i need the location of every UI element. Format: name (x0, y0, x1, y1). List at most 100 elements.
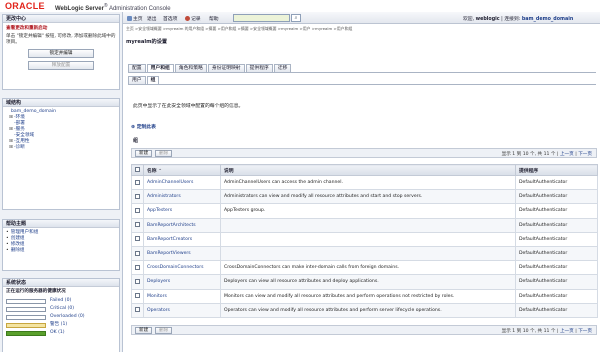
group-name-link[interactable]: Monitors (143, 288, 221, 304)
record-label: 记录 (191, 17, 201, 22)
next-page-link[interactable]: 下一页 (578, 152, 592, 157)
row-select-cell[interactable] (131, 174, 144, 191)
connected-label: 连接到: (504, 17, 521, 22)
row-select-cell[interactable] (131, 245, 144, 262)
row-select-cell[interactable] (131, 231, 144, 247)
select-all-header[interactable] (131, 164, 144, 176)
row-select-cell[interactable] (131, 302, 144, 318)
health-label[interactable]: Critical (0) (50, 306, 74, 312)
select-all-checkbox[interactable] (135, 167, 140, 172)
row-select-cell[interactable] (131, 260, 144, 276)
prev-page-link[interactable]: 上一页 (560, 152, 574, 157)
health-label[interactable]: OK (1) (50, 330, 65, 336)
row-checkbox[interactable] (135, 264, 140, 270)
home-icon (127, 16, 132, 21)
preferences-link[interactable]: 首选项 (163, 15, 177, 22)
row-checkbox[interactable] (135, 179, 140, 185)
top-toolbar: 主页 退出 首选项 记录 帮助 ⌕ 欢迎, weblogic | 连接到: ba… (123, 12, 600, 24)
group-provider: DefaultAuthenticator (515, 203, 598, 219)
prev-page-link-bottom[interactable]: 上一页 (560, 329, 574, 334)
tab-main[interactable]: 迁移 (273, 64, 292, 72)
record-link[interactable]: 记录 (185, 15, 201, 22)
domain-structure-title: 域结构 (3, 99, 119, 107)
row-checkbox[interactable] (135, 307, 140, 313)
tab-main[interactable]: 配置 (128, 64, 146, 72)
row-select-cell[interactable] (131, 189, 144, 205)
group-description: Administrators can view and modify all r… (220, 189, 516, 205)
column-header-provider[interactable]: 提供程序 (515, 164, 598, 176)
tree-item-label: -互用性 (14, 139, 30, 144)
tab-main[interactable]: 身份证明映射 (207, 64, 245, 72)
group-name-link[interactable]: AdminChannelUsers (143, 174, 221, 191)
customize-table-link[interactable]: 定制此表 (131, 123, 156, 130)
new-button-bottom[interactable]: 新建 (135, 327, 153, 334)
group-provider: DefaultAuthenticator (515, 274, 598, 290)
tab-sub[interactable]: 组 (146, 76, 160, 84)
health-label[interactable]: Failed (0) (50, 298, 71, 304)
domain-tree: bam_demo_domain ⊞-环境 -部署 ⊞-服务 -安全领域 ⊞-互用性 ⊞-诊断 (3, 107, 119, 153)
view-changes-link[interactable]: 查看更改和重新启动 (6, 26, 116, 32)
pager-bottom: 显示 1 到 10 个, 共 11 个 | 上一页 | 下一页 (501, 329, 592, 334)
table-header-row: 名称 ⌃ 说明 提供程序 (131, 164, 598, 176)
delete-button[interactable]: 删除 (155, 150, 173, 157)
new-button[interactable]: 新建 (135, 150, 153, 157)
column-header-name[interactable]: 名称 ⌃ (143, 164, 221, 176)
column-header-description[interactable]: 说明 (220, 164, 516, 176)
row-select-cell[interactable] (131, 217, 144, 233)
sort-ascending-icon[interactable]: ⌃ (158, 169, 162, 174)
table-row: Administrators Administrators can view an… (131, 189, 598, 205)
welcome-text: 欢迎, weblogic | 连接到: bam_demo_domain (463, 17, 574, 22)
next-page-link-bottom[interactable]: 下一页 (578, 329, 592, 334)
table-row: AppTesters AppTesters group. DefaultAuthen… (131, 203, 598, 219)
tree-item-label: -诊断 (14, 145, 25, 150)
table-row: CrossDomainConnectors CrossDomainConnecto… (131, 260, 598, 276)
group-name-link[interactable]: CrossDomainConnectors (143, 260, 221, 276)
breadcrumb[interactable]: 主页 >安全领域概要 >myrealm 的用户和组 >摘要 >用户和组 >摘要 … (126, 26, 596, 32)
table-row: Operators Operators can view and modify a… (131, 302, 598, 318)
delete-button-bottom[interactable]: 删除 (155, 327, 173, 334)
lock-and-edit-button[interactable]: 锁定并编辑 (28, 49, 94, 58)
row-checkbox[interactable] (135, 278, 140, 284)
tab-main[interactable]: 角色和策略 (174, 64, 207, 72)
group-name-link[interactable]: BamReportViewers (143, 245, 221, 262)
help-topic-link[interactable]: 删除组 (6, 248, 116, 254)
table-row: BamReportCreators DefaultAuthenticator (131, 231, 598, 247)
group-description: Monitors can view and modify all resourc… (220, 288, 516, 304)
row-select-cell[interactable] (131, 274, 144, 290)
row-select-cell[interactable] (131, 288, 144, 304)
tree-item-label: -服务 (14, 127, 25, 132)
search-button[interactable]: ⌕ (291, 14, 301, 22)
tab-main[interactable]: 提供程序 (245, 64, 273, 72)
row-checkbox[interactable] (135, 236, 140, 242)
table-row: AdminChannelUsers AdminChannelUsers can a… (131, 174, 598, 191)
row-checkbox[interactable] (135, 250, 140, 256)
tab-main[interactable]: 用户和组 (146, 64, 174, 72)
health-label[interactable]: 警告 (1) (50, 322, 67, 328)
group-description (220, 231, 516, 247)
release-configuration-button[interactable]: 释放配置 (28, 61, 94, 70)
group-name-link[interactable]: BamReportArchitects (143, 217, 221, 233)
group-name-link[interactable]: Deployers (143, 274, 221, 290)
group-name-link[interactable]: Operators (143, 302, 221, 318)
intro-text: 此页中显示了在此安全领域中配置的每个组的信息。 (133, 104, 244, 109)
help-link[interactable]: 帮助 (209, 15, 219, 22)
row-checkbox[interactable] (135, 207, 140, 213)
row-select-cell[interactable] (131, 203, 144, 219)
row-checkbox[interactable] (135, 293, 140, 299)
home-link[interactable]: 主页 (127, 15, 143, 22)
group-name-link[interactable]: Administrators (143, 189, 221, 205)
row-checkbox[interactable] (135, 222, 140, 228)
tree-item[interactable]: ⊞-诊断 (6, 145, 116, 151)
group-provider: DefaultAuthenticator (515, 288, 598, 304)
group-provider: DefaultAuthenticator (515, 302, 598, 318)
group-name-link[interactable]: AppTesters (143, 203, 221, 219)
group-description: Deployers can view all resource attribut… (220, 274, 516, 290)
row-checkbox[interactable] (135, 193, 140, 199)
group-provider: DefaultAuthenticator (515, 189, 598, 205)
tab-sub[interactable]: 用户 (128, 76, 146, 84)
health-row: Critical (0) (6, 305, 116, 313)
search-input[interactable] (233, 14, 290, 22)
logout-link[interactable]: 退出 (147, 15, 157, 22)
health-label[interactable]: Overloaded (0) (50, 314, 85, 320)
group-name-link[interactable]: BamReportCreators (143, 231, 221, 247)
